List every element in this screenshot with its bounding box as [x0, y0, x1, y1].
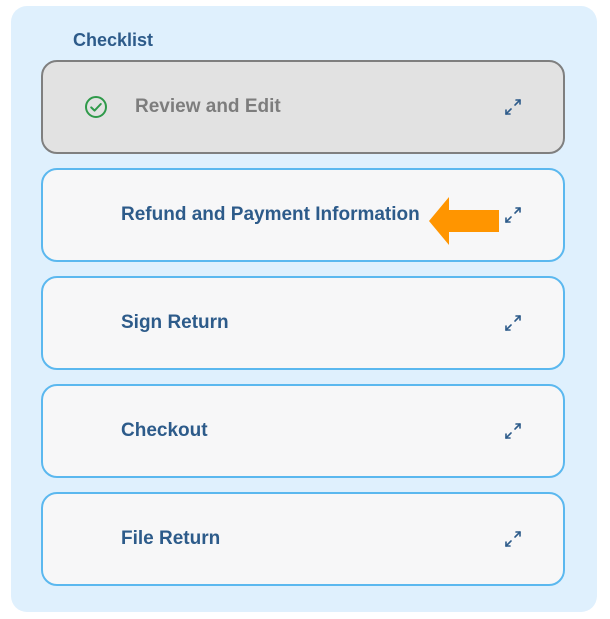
expand-icon[interactable] — [501, 95, 525, 119]
checklist-item-refund-and-payment[interactable]: Refund and Payment Information — [41, 168, 565, 262]
checklist-item-label: Refund and Payment Information — [121, 204, 420, 225]
check-circle-icon — [85, 96, 107, 118]
expand-icon[interactable] — [501, 311, 525, 335]
expand-icon[interactable] — [501, 527, 525, 551]
checklist-item-checkout[interactable]: Checkout — [41, 384, 565, 478]
expand-icon[interactable] — [501, 203, 525, 227]
checklist-item-label: Review and Edit — [135, 96, 281, 117]
checklist-item-label: Sign Return — [121, 312, 229, 333]
checklist-item-label: File Return — [121, 528, 221, 549]
checklist-panel: Checklist Review and Edit Refund and Pay… — [11, 6, 597, 612]
expand-icon[interactable] — [501, 419, 525, 443]
checklist-item-review-and-edit[interactable]: Review and Edit — [41, 60, 565, 154]
checklist-item-sign-return[interactable]: Sign Return — [41, 276, 565, 370]
arrow-left-icon — [429, 197, 499, 245]
checklist-item-file-return[interactable]: File Return — [41, 492, 565, 586]
checklist-item-label: Checkout — [121, 420, 208, 441]
checklist-title: Checklist — [73, 30, 154, 50]
